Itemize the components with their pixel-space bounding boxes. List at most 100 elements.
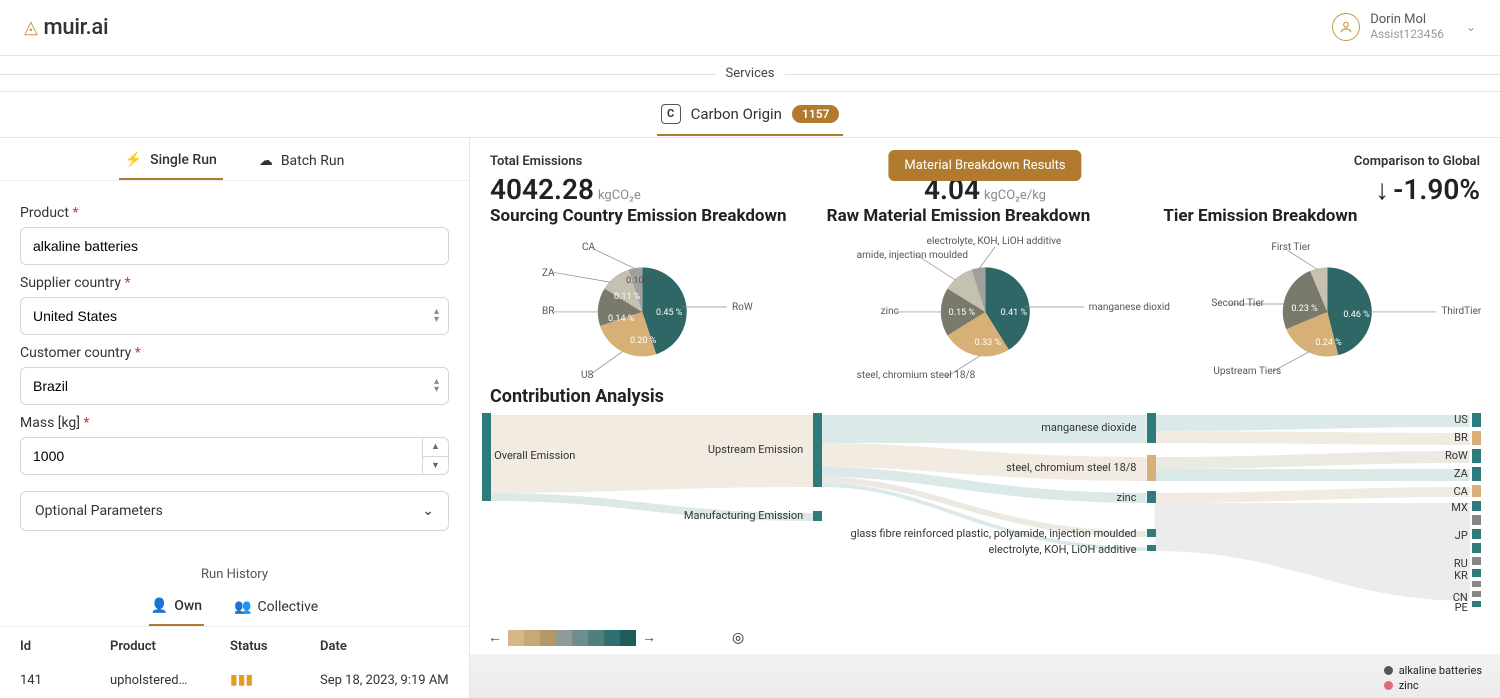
gradient-swatch <box>620 630 636 646</box>
tab-history-collective-label: Collective <box>257 599 318 615</box>
service-tabs: C Carbon Origin 1157 <box>0 92 1500 138</box>
map-next-icon[interactable]: → <box>642 629 656 646</box>
select-updown-icon: ▴▾ <box>434 308 439 324</box>
sankey-label: CA <box>1453 485 1467 498</box>
pie-raw-material: manganese dioxid steel, chromium steel 1… <box>817 232 1154 382</box>
tab-history-own[interactable]: 👤 Own <box>149 592 204 626</box>
map-prev-icon[interactable]: ← <box>488 629 502 646</box>
col-product: Product <box>110 639 230 654</box>
pie-label: amide, injection moulded <box>857 250 968 261</box>
tab-batch-run-label: Batch Run <box>281 153 345 169</box>
legend-dot-icon <box>1384 666 1393 675</box>
sankey-label: KR <box>1454 569 1468 582</box>
status-running-icon: ▮▮▮ <box>230 672 320 688</box>
sankey-node <box>1147 413 1156 443</box>
chevron-down-icon: ⌄ <box>1466 20 1476 34</box>
supplier-country-select[interactable] <box>20 297 449 335</box>
app-header: ◬ muir.ai Dorin Mol Assist123456 ⌄ <box>0 0 1500 56</box>
tab-history-own-label: Own <box>174 598 202 614</box>
mass-step-down[interactable]: ▼ <box>423 457 448 475</box>
pie-label: ZA <box>542 268 555 279</box>
sankey-node <box>1147 529 1156 537</box>
cell-product: upholstered… <box>110 673 230 688</box>
chevron-down-icon: ⌄ <box>422 503 434 519</box>
pie-label: ThirdTier <box>1441 306 1481 317</box>
metric-compare-value: -1.90% <box>1393 173 1480 206</box>
run-form: Product * Supplier country * ▴▾ Customer… <box>0 181 469 545</box>
run-tabs: ⚡ Single Run ☁ Batch Run <box>0 138 469 181</box>
carbon-origin-icon: C <box>661 104 681 124</box>
sankey-label: electrolyte, KOH, LiOH additive <box>988 543 1136 556</box>
metric-total-unit: kgCO₂e <box>598 188 641 203</box>
sankey-node <box>1472 543 1481 553</box>
history-table-header: Id Product Status Date <box>0 627 469 662</box>
supplier-field-label: Supplier country * <box>20 275 449 291</box>
col-status: Status <box>230 639 320 654</box>
sankey-node <box>1472 581 1481 587</box>
lightning-icon: ⚡ <box>125 152 142 168</box>
mass-field-label: Mass [kg] * <box>20 415 449 431</box>
metric-factor-unit: kgCO₂e/kg <box>984 188 1046 203</box>
world-map[interactable] <box>470 654 1500 698</box>
gradient-swatch <box>540 630 556 646</box>
brand-logo[interactable]: ◬ muir.ai <box>24 15 108 40</box>
breakdown-titles: Sourcing Country Emission Breakdown Raw … <box>470 206 1500 226</box>
person-icon: 👤 <box>151 598 168 614</box>
sankey-label: JP <box>1455 529 1468 542</box>
gradient-swatch <box>508 630 524 646</box>
sankey-label: glass fibre reinforced plastic, polyamid… <box>851 527 1137 540</box>
mass-input[interactable] <box>20 437 449 475</box>
metric-total-emissions: Total Emissions 4042.28kgCO₂e <box>490 154 800 206</box>
map-legend: alkaline batteries zinc <box>1384 664 1482 694</box>
brand-mark-icon: ◬ <box>24 17 38 38</box>
mass-step-up[interactable]: ▲ <box>423 438 448 457</box>
history-table-row[interactable]: 141 upholstered… ▮▮▮ Sep 18, 2023, 9:19 … <box>0 662 469 698</box>
user-name: Dorin Mol <box>1370 13 1444 28</box>
sankey-label: steel, chromium steel 18/8 <box>1006 461 1136 474</box>
user-text: Dorin Mol Assist123456 <box>1370 13 1444 42</box>
results-banner: Material Breakdown Results <box>888 150 1081 181</box>
pie-label: First Tier <box>1271 242 1310 253</box>
sankey-node <box>1147 545 1156 551</box>
pie-charts-row: RoW US BR ZA CA 0.45 % 0.20 % 0.14 % 0.1… <box>470 226 1500 382</box>
pie-tier: ThirdTier Upstream Tiers Second Tier Fir… <box>1159 232 1496 382</box>
customer-country-select[interactable] <box>20 367 449 405</box>
user-menu[interactable]: Dorin Mol Assist123456 ⌄ <box>1332 13 1476 42</box>
history-tabs: 👤 Own 👥 Collective <box>0 592 469 627</box>
sankey-label: BR <box>1454 431 1468 444</box>
optional-parameters-toggle[interactable]: Optional Parameters ⌄ <box>20 491 449 531</box>
pie-label: Second Tier <box>1211 298 1264 309</box>
tab-single-run[interactable]: ⚡ Single Run <box>119 152 223 180</box>
people-icon: 👥 <box>234 599 251 615</box>
sankey-node <box>813 413 822 487</box>
sankey-node <box>1472 557 1481 565</box>
product-input[interactable] <box>20 227 449 265</box>
legend-dot-icon <box>1384 681 1393 690</box>
tab-carbon-origin[interactable]: C Carbon Origin 1157 <box>657 94 844 136</box>
pie-label: BR <box>542 306 554 317</box>
left-panel: ⚡ Single Run ☁ Batch Run Product * Suppl… <box>0 138 470 698</box>
tab-batch-run[interactable]: ☁ Batch Run <box>253 152 351 180</box>
avatar-icon <box>1332 13 1360 41</box>
brand-name: muir.ai <box>44 15 109 40</box>
customer-field-label: Customer country * <box>20 345 449 361</box>
tab-history-collective[interactable]: 👥 Collective <box>232 592 320 626</box>
sankey-node <box>1472 431 1481 445</box>
sankey-node <box>1472 569 1481 577</box>
gradient-swatch <box>572 630 588 646</box>
gradient-swatch <box>604 630 620 646</box>
sankey-node <box>813 511 822 521</box>
sankey-node <box>1147 455 1156 481</box>
services-label: Services <box>716 66 785 81</box>
sankey-chart: Overall Emission Upstream Emission Manuf… <box>480 413 1490 623</box>
sankey-label: manganese dioxide <box>1041 421 1136 434</box>
map-gradient-legend <box>508 630 636 646</box>
title-tier: Tier Emission Breakdown <box>1163 206 1480 226</box>
target-icon[interactable]: ◎ <box>732 630 744 646</box>
down-arrow-icon: ↓ <box>1375 173 1389 206</box>
tab-single-run-label: Single Run <box>150 152 217 168</box>
sankey-label: Manufacturing Emission <box>684 509 803 522</box>
results-panel: Material Breakdown Results Total Emissio… <box>470 138 1500 698</box>
title-raw: Raw Material Emission Breakdown <box>827 206 1144 226</box>
metric-compare-label: Comparison to Global <box>1170 154 1480 169</box>
